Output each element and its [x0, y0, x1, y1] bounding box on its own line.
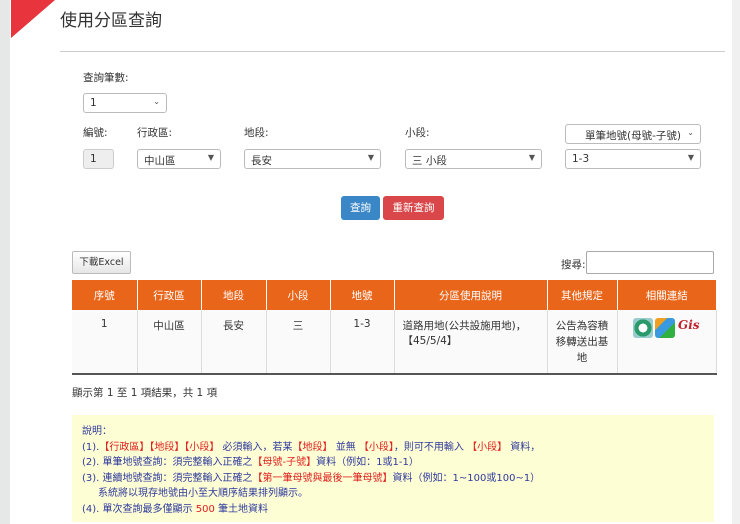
divider: [60, 51, 725, 52]
section-value: 長安: [251, 155, 272, 167]
col-header[interactable]: 地段: [201, 280, 267, 310]
district-value: 中山區: [144, 155, 176, 167]
col-header[interactable]: 序號: [72, 280, 138, 310]
t: 【小段】: [358, 441, 394, 453]
table-header: 序號 行政區 地段 小段 地號 分區使用說明 其他規定 相關連結: [72, 280, 717, 310]
col-header[interactable]: 其他規定: [547, 280, 618, 310]
t: 【小段】: [467, 441, 508, 453]
cell-lot: 1-3: [330, 310, 395, 375]
subsection-select[interactable]: 三 小段 ▼: [405, 149, 542, 169]
corner-ribbon: [11, 0, 55, 38]
subsection-label: 小段:: [405, 127, 430, 139]
caret-down-icon: ▼: [367, 153, 374, 162]
search-label: 搜尋:: [561, 259, 586, 271]
no-field: 1: [83, 149, 114, 169]
t: 並無: [335, 441, 356, 453]
t: (2). 單筆地號查詢：須完整輸入正確之: [82, 457, 253, 468]
t: 資料（例如：1或1-1）: [316, 457, 419, 468]
t: (3). 連續地號查詢：須完整輸入正確之: [82, 472, 253, 484]
t: 【行政區】【地段】【小段】: [99, 441, 220, 453]
col-header[interactable]: 小段: [266, 280, 331, 310]
table-info: 顯示第 1 至 1 項結果，共 1 項: [72, 387, 218, 399]
count-value: 1: [90, 97, 97, 109]
t: 500: [195, 503, 215, 515]
lot-value: 1-3: [572, 153, 590, 165]
notes-title: 說明：: [82, 426, 112, 437]
cell-no: 1: [72, 310, 138, 375]
note-3-sub: 系統將以現存地號由小至大順序結果排列顯示。: [98, 488, 308, 499]
cell-other: 公告為容積移轉送出基地: [547, 310, 618, 375]
t: (4). 單次查詢最多僅顯示: [82, 503, 193, 515]
right-gutter: [732, 0, 740, 524]
query-button[interactable]: 查詢: [341, 196, 380, 220]
t: 資料，: [510, 441, 541, 453]
t: ，則可不用輸入: [393, 441, 464, 453]
lot-type-value: 單筆地號(母號-子號): [585, 130, 681, 142]
reset-button[interactable]: 重新查詢: [383, 196, 444, 220]
cell-links: Gis: [617, 310, 717, 375]
count-label: 查詢筆數:: [83, 72, 129, 84]
note-4: (4). 單次查詢最多僅顯示 500 筆土地資料: [82, 502, 704, 518]
land-office-link-icon[interactable]: [632, 318, 653, 338]
note-3: (3). 連續地號查詢：須完整輸入正確之【第一筆母號與最後一筆母號】資料（例如：…: [82, 471, 704, 487]
col-header[interactable]: 行政區: [137, 280, 202, 310]
no-label: 編號:: [83, 127, 108, 139]
t: 【母號-子號】: [252, 457, 317, 468]
cell-subsection: 三: [266, 310, 331, 375]
lot-select[interactable]: 1-3 ▼: [565, 149, 701, 169]
subsection-value: 三 小段: [412, 155, 447, 167]
count-select[interactable]: 1 ⌄: [83, 93, 167, 113]
caret-down-icon: ▼: [207, 153, 214, 162]
section-label: 地段:: [244, 127, 269, 139]
notes-panel: 說明： (1).【行政區】【地段】【小段】 必須輸入，若某【地段】 並無 【小段…: [72, 415, 714, 522]
search-input[interactable]: [586, 251, 714, 274]
results-table: 序號 行政區 地段 小段 地號 分區使用說明 其他規定 相關連結 1 中山區 長…: [72, 280, 717, 375]
col-header[interactable]: 相關連結: [617, 280, 717, 310]
col-header[interactable]: 分區使用說明: [394, 280, 548, 310]
district-label: 行政區:: [137, 127, 173, 139]
left-gutter: [0, 0, 10, 524]
section-select[interactable]: 長安 ▼: [244, 149, 381, 169]
note-2: (2). 單筆地號查詢：須完整輸入正確之【母號-子號】資料（例如：1或1-1）: [82, 455, 704, 471]
district-select[interactable]: 中山區 ▼: [137, 149, 221, 169]
page-title: 使用分區查詢: [60, 11, 162, 31]
lot-type-select[interactable]: 單筆地號(母號-子號) ⌄: [565, 124, 701, 144]
note-1: (1).【行政區】【地段】【小段】 必須輸入，若某【地段】 並無 【小段】，則可…: [82, 440, 704, 456]
cell-zoning: 道路用地(公共設施用地)，【45/5/4】: [394, 310, 548, 375]
gis-link-icon[interactable]: Gis: [677, 318, 701, 338]
table-row: 1 中山區 長安 三 1-3 道路用地(公共設施用地)，【45/5/4】 公告為…: [72, 310, 717, 375]
t: 【地段】: [292, 441, 333, 453]
cell-section: 長安: [201, 310, 267, 375]
col-header[interactable]: 地號: [330, 280, 395, 310]
chevron-down-icon: ⌄: [687, 128, 694, 137]
t: 【第一筆母號與最後一筆母號】: [252, 472, 393, 484]
caret-down-icon: ▼: [687, 153, 694, 162]
caret-down-icon: ▼: [528, 153, 535, 162]
t: 資料（例如：1~100或100~1）: [392, 472, 541, 484]
t: 必須輸入，若某: [222, 441, 293, 453]
t: 筆土地資料: [218, 503, 268, 515]
cell-district: 中山區: [137, 310, 202, 375]
chevron-down-icon: ⌄: [153, 97, 160, 106]
t: (1).: [82, 441, 100, 453]
map-document-link-icon[interactable]: [654, 318, 675, 338]
download-excel-button[interactable]: 下載Excel: [72, 251, 131, 274]
